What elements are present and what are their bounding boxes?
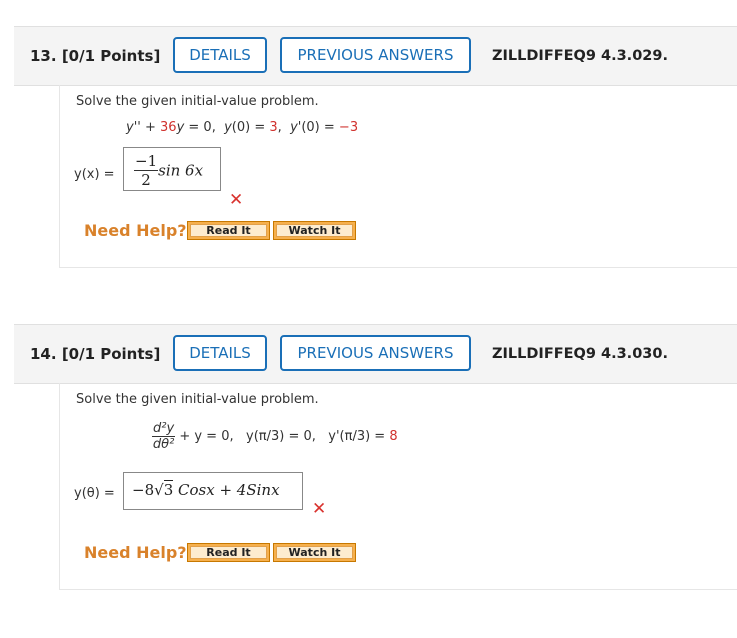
read-it-label: Read It (190, 546, 267, 559)
derivative-fraction: d²y dθ² (152, 421, 176, 452)
answer-numerator: −1 (134, 152, 159, 171)
x-mark-icon: ✕ (312, 499, 327, 519)
question-13-body: Solve the given initial-value problem. y… (59, 85, 737, 268)
answer-input[interactable]: −1 2 sin 6x (123, 147, 221, 191)
question-points: [0/1 Points] (61, 47, 161, 65)
question-number: 13. (30, 47, 57, 65)
x-mark-icon: ✕ (229, 190, 244, 210)
read-it-button[interactable]: Read It (187, 543, 270, 562)
read-it-button[interactable]: Read It (187, 221, 270, 240)
question-number: 14. (30, 345, 57, 363)
question-points: [0/1 Points] (61, 345, 161, 363)
condition-2-prefix: y'(π/3) = (328, 429, 386, 444)
question-14-header: 14. [0/1 Points] DETAILS PREVIOUS ANSWER… (14, 324, 737, 384)
watch-it-label: Watch It (276, 224, 353, 237)
details-button[interactable]: DETAILS (173, 335, 267, 371)
answer-label: y(x) = (74, 167, 115, 182)
need-help-label: Need Help? (84, 221, 187, 240)
details-button[interactable]: DETAILS (173, 37, 267, 73)
answer-label: y(θ) = (74, 486, 115, 501)
answer-lead: −8 (132, 481, 155, 499)
answer-radicand: 3 (163, 480, 174, 499)
question-13-number-points: 13. [0/1 Points] (30, 27, 160, 85)
read-it-label: Read It (190, 224, 267, 237)
answer-tail: sin 6x (158, 161, 204, 180)
question-prompt: Solve the given initial-value problem. (76, 94, 319, 109)
question-prompt: Solve the given initial-value problem. (76, 392, 319, 407)
condition-2-value: 8 (389, 429, 398, 444)
question-13-header: 13. [0/1 Points] DETAILS PREVIOUS ANSWER… (14, 26, 737, 86)
ode-equation: y'' + 36y = 0, y(0) = 3, y'(0) = −3 (126, 120, 359, 135)
sqrt-icon: √ (154, 481, 164, 499)
question-code: ZILLDIFFEQ9 4.3.030. (492, 346, 668, 362)
answer-fraction: −1 2 (134, 152, 159, 189)
ode-equation: d²y dθ² + y = 0, y(π/3) = 0, y'(π/3) = 8 (152, 421, 398, 452)
condition-1: y(π/3) = 0, (246, 429, 316, 444)
question-14-number-points: 14. [0/1 Points] (30, 325, 160, 383)
watch-it-label: Watch It (276, 546, 353, 559)
previous-answers-button[interactable]: PREVIOUS ANSWERS (280, 37, 471, 73)
answer-tail: Cosx + 4Sinx (178, 481, 280, 499)
watch-it-button[interactable]: Watch It (273, 543, 356, 562)
equation-tail: + y = 0, (179, 429, 234, 444)
answer-input[interactable]: −8√3 Cosx + 4Sinx (123, 472, 303, 510)
derivative-denominator: dθ² (152, 437, 175, 452)
watch-it-button[interactable]: Watch It (273, 221, 356, 240)
answer-denominator: 2 (141, 171, 151, 189)
question-14-body: Solve the given initial-value problem. d… (59, 383, 737, 590)
need-help-label: Need Help? (84, 543, 187, 562)
question-code: ZILLDIFFEQ9 4.3.029. (492, 48, 668, 64)
previous-answers-button[interactable]: PREVIOUS ANSWERS (280, 335, 471, 371)
derivative-numerator: d²y (152, 421, 176, 437)
